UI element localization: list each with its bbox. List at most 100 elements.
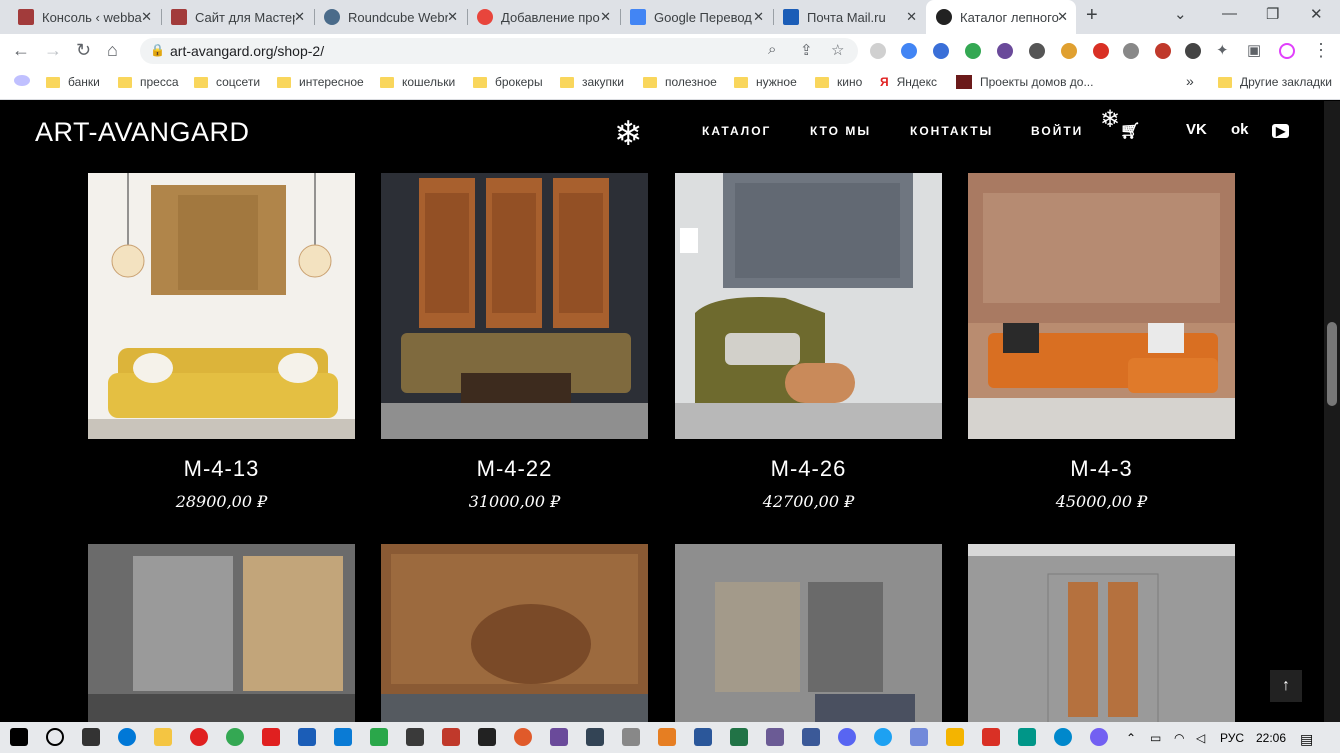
back-icon[interactable]: ←	[12, 40, 30, 61]
tab-translate[interactable]: Google Перевод ✕	[620, 0, 772, 34]
close-icon[interactable]: ✕	[753, 9, 764, 25]
clock[interactable]: 22:06	[1256, 731, 1286, 745]
mail-icon[interactable]	[298, 728, 316, 746]
extension-icon[interactable]	[1123, 43, 1139, 59]
app-icon[interactable]	[622, 728, 640, 746]
app-icon[interactable]	[946, 728, 964, 746]
app-icon[interactable]	[910, 728, 928, 746]
extensions-puzzle-icon[interactable]: ✦	[1216, 41, 1229, 59]
product-title[interactable]: M-4-3	[968, 456, 1235, 482]
explorer-icon[interactable]	[154, 728, 172, 746]
bookmark-folder[interactable]: нужное	[734, 75, 797, 89]
extension-icon[interactable]	[1185, 43, 1201, 59]
bookmark-folder[interactable]: брокеры	[473, 75, 543, 89]
extension-icon[interactable]	[1061, 43, 1077, 59]
edge-icon[interactable]	[118, 728, 136, 746]
bookmark-folder[interactable]: пресса	[118, 75, 179, 89]
bookmark-yandex[interactable]: Я Яндекс	[880, 75, 937, 89]
minimize-icon[interactable]: —	[1222, 5, 1237, 22]
drive-icon[interactable]	[965, 43, 981, 59]
bookmark-folder[interactable]: полезное	[643, 75, 717, 89]
close-icon[interactable]: ✕	[141, 9, 152, 25]
forward-icon[interactable]: →	[44, 40, 62, 61]
scrollbar-thumb[interactable]	[1327, 322, 1337, 406]
windows-start-icon[interactable]	[10, 728, 28, 746]
close-window-icon[interactable]: ✕	[1310, 5, 1323, 23]
app-icon[interactable]	[334, 728, 352, 746]
chrome-icon[interactable]	[226, 728, 244, 746]
extension-icon[interactable]	[1093, 43, 1109, 59]
home-icon[interactable]: ⌂	[107, 40, 118, 61]
product-title[interactable]: M-4-22	[381, 456, 648, 482]
app-icon[interactable]	[838, 728, 856, 746]
app-icon[interactable]	[550, 728, 568, 746]
profile-avatar[interactable]	[1279, 43, 1295, 59]
cart-icon[interactable]: 🛒︎	[1120, 121, 1140, 141]
product-image-m-4-22[interactable]	[381, 173, 648, 439]
app-icon[interactable]	[766, 728, 784, 746]
app-icon[interactable]	[478, 728, 496, 746]
maximize-icon[interactable]: ❐	[1266, 5, 1279, 23]
app-icon[interactable]	[514, 728, 532, 746]
vk-icon[interactable]: VK	[1186, 121, 1207, 138]
product-image-m-4-13[interactable]	[88, 173, 355, 439]
yandex-browser-icon[interactable]	[262, 728, 280, 746]
close-icon[interactable]: ✕	[1057, 9, 1068, 25]
scrollbar[interactable]	[1324, 101, 1340, 722]
opera-icon[interactable]	[190, 728, 208, 746]
extension-icon[interactable]	[997, 43, 1013, 59]
extension-icon[interactable]	[1155, 43, 1171, 59]
nav-contacts[interactable]: КОНТАКТЫ	[910, 124, 993, 138]
product-image-m-4-26[interactable]	[675, 173, 942, 439]
search-icon[interactable]: ⌕	[768, 41, 776, 58]
share-icon[interactable]: ⇪	[800, 41, 813, 59]
viber-icon[interactable]	[1090, 728, 1108, 746]
menu-icon[interactable]: ⋮	[1312, 40, 1330, 61]
product-title[interactable]: M-4-26	[675, 456, 942, 482]
tab-roundcube[interactable]: Roundcube Webr ✕	[314, 0, 466, 34]
bookmark-apps-icon[interactable]	[14, 75, 30, 86]
close-icon[interactable]: ✕	[906, 9, 917, 25]
notifications-icon[interactable]: ▤	[1300, 731, 1313, 748]
volume-icon[interactable]: ◁	[1196, 731, 1205, 745]
bookmark-folder[interactable]: кошельки	[380, 75, 455, 89]
product-image[interactable]	[968, 544, 1235, 724]
extension-icon[interactable]	[1029, 43, 1045, 59]
new-tab-button[interactable]: +	[1086, 4, 1098, 27]
reload-icon[interactable]: ↻	[76, 40, 91, 61]
extension-icon[interactable]	[933, 43, 949, 59]
nav-login[interactable]: ВОЙТИ	[1031, 124, 1083, 138]
excel-icon[interactable]	[730, 728, 748, 746]
tab-console[interactable]: Консоль ‹ webba ✕	[8, 0, 160, 34]
word-icon[interactable]	[694, 728, 712, 746]
app-icon[interactable]	[370, 728, 388, 746]
search-icon[interactable]	[46, 728, 64, 746]
tab-site[interactable]: Сайт для Мастер ✕	[161, 0, 313, 34]
app-icon[interactable]	[658, 728, 676, 746]
app-icon[interactable]	[982, 728, 1000, 746]
language-indicator[interactable]: РУС	[1220, 731, 1244, 745]
product-image-m-4-3[interactable]	[968, 173, 1235, 439]
odnoklassniki-icon[interactable]: ok	[1231, 121, 1249, 138]
close-icon[interactable]: ✕	[294, 9, 305, 25]
bookmarks-overflow-button[interactable]: »	[1186, 73, 1194, 89]
extension-icon[interactable]	[870, 43, 886, 59]
tab-mail[interactable]: Почта Mail.ru ✕	[773, 0, 925, 34]
product-title[interactable]: M-4-13	[88, 456, 355, 482]
url-text[interactable]: art-avangard.org/shop-2/	[170, 43, 324, 59]
translate-extension-icon[interactable]	[901, 43, 917, 59]
close-icon[interactable]: ✕	[447, 9, 458, 25]
tab-search-icon[interactable]: ⌄	[1174, 5, 1187, 23]
site-logo[interactable]: ART-AVANGARD	[35, 117, 250, 148]
star-icon[interactable]: ☆	[831, 41, 844, 59]
app-icon[interactable]	[1018, 728, 1036, 746]
bookmark-folder[interactable]: интересное	[277, 75, 364, 89]
product-image[interactable]	[675, 544, 942, 724]
bookmark-folder[interactable]: соцсети	[194, 75, 260, 89]
bookmark-folder[interactable]: закупки	[560, 75, 624, 89]
bookmark-folder[interactable]: банки	[46, 75, 100, 89]
nav-catalog[interactable]: КАТАЛОГ	[702, 124, 771, 138]
tab-catalog[interactable]: Каталог лепного ✕	[926, 0, 1076, 34]
app-icon[interactable]	[406, 728, 424, 746]
product-image[interactable]	[88, 544, 355, 724]
